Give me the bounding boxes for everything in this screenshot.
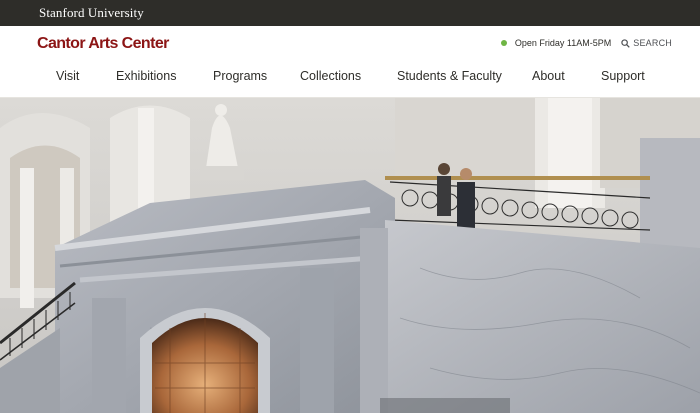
nav-item-support[interactable]: Support	[601, 69, 645, 83]
site-header: Cantor Arts Center Open Friday 11AM-5PM …	[0, 26, 700, 98]
stanford-identity-bar: Stanford University	[0, 0, 700, 26]
search-button[interactable]: SEARCH	[621, 38, 672, 48]
nav-item-visit[interactable]: Visit	[56, 69, 79, 83]
nav-item-about[interactable]: About	[532, 69, 565, 83]
site-logo[interactable]: Cantor Arts Center	[37, 35, 169, 53]
main-navigation: Visit Exhibitions Programs Collections S…	[0, 69, 700, 89]
open-status-icon	[500, 40, 507, 46]
nav-item-collections[interactable]: Collections	[300, 69, 361, 83]
search-label: SEARCH	[633, 38, 672, 48]
museum-staircase-photo-icon	[0, 98, 700, 413]
hero-image	[0, 98, 700, 413]
nav-item-students-faculty[interactable]: Students & Faculty	[397, 69, 502, 83]
utility-bar: Open Friday 11AM-5PM SEARCH	[500, 38, 672, 48]
search-icon	[621, 38, 631, 48]
stanford-university-link[interactable]: Stanford University	[39, 5, 144, 21]
nav-item-programs[interactable]: Programs	[213, 69, 267, 83]
nav-item-exhibitions[interactable]: Exhibitions	[116, 69, 176, 83]
hours-status[interactable]: Open Friday 11AM-5PM	[515, 38, 611, 48]
